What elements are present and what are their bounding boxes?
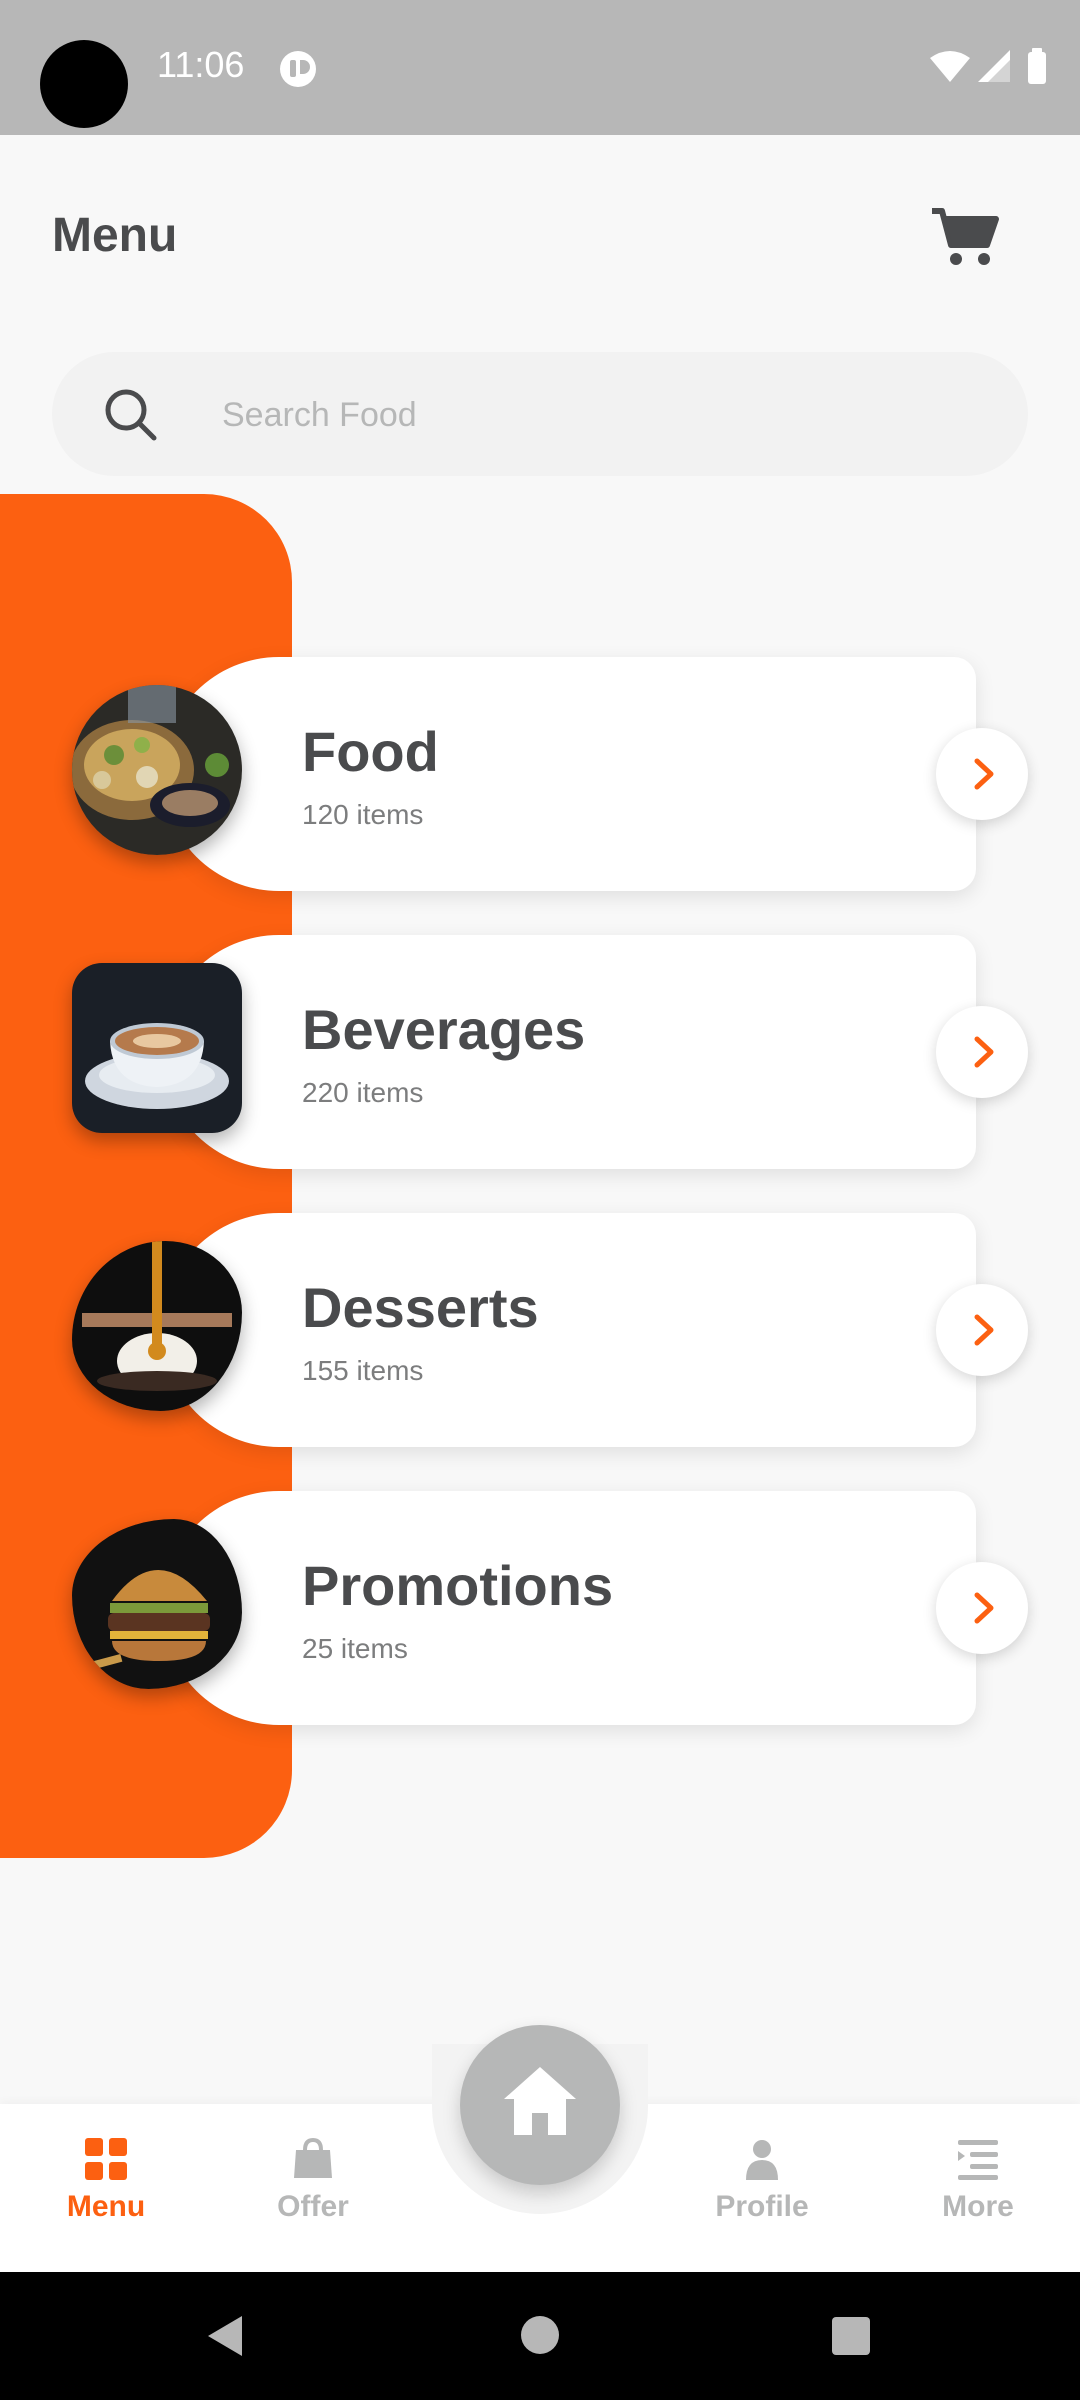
category-card-desserts[interactable]: Desserts 155 items [162,1213,976,1447]
camera-cutout [40,40,128,128]
category-count: 120 items [302,799,424,830]
person-icon [746,2140,778,2180]
nav-label: Menu [66,2190,146,2223]
category-count: 155 items [302,1355,424,1386]
back-icon[interactable] [204,2314,244,2358]
chevron-right-icon [974,1036,994,1068]
category-count: 25 items [302,1633,408,1664]
category-card-promotions[interactable]: Promotions 25 items [162,1491,976,1725]
category-title: Beverages [302,998,586,1061]
status-time: 11:06 [157,44,245,85]
home-icon [504,2067,576,2135]
category-title: Desserts [302,1276,539,1339]
chevron-right-icon [974,758,994,790]
battery-icon [1028,52,1046,84]
chevron-right-icon [974,1592,994,1624]
status-icons [930,48,1046,84]
system-home-icon[interactable] [521,2316,559,2354]
search-icon [105,389,157,441]
category-count: 220 items [302,1077,424,1108]
recent-apps-icon[interactable] [832,2317,870,2355]
nav-label: More [942,2190,1014,2223]
category-title: Promotions [302,1554,614,1617]
nav-item-menu[interactable]: Menu [26,2138,186,2258]
desserts-arrow-button[interactable] [936,1284,1028,1376]
category-card-food[interactable]: Food 120 items [162,657,976,891]
nav-item-offer[interactable]: Offer [233,2138,393,2258]
bag-icon [294,2138,332,2178]
category-title: Food [302,720,439,783]
promotions-arrow-button[interactable] [936,1562,1028,1654]
nav-label: Profile [715,2190,809,2223]
beverages-arrow-button[interactable] [936,1006,1028,1098]
search-placeholder: Search Food [222,396,417,434]
food-image [72,685,242,855]
chevron-right-icon [974,1314,994,1346]
cart-icon[interactable] [930,205,1000,267]
list-icon [958,2140,998,2180]
page-title: Menu [52,209,178,262]
wifi-icon [930,51,970,82]
grid-icon [85,2138,127,2180]
nav-item-profile[interactable]: Profile [682,2138,842,2258]
category-card-beverages[interactable]: Beverages 220 items [162,935,976,1169]
home-button[interactable] [460,2025,620,2185]
food-arrow-button[interactable] [936,728,1028,820]
system-navigation-bar [0,2272,1080,2400]
notification-app-icon [280,51,316,87]
search-input[interactable]: Search Food [52,352,1028,476]
promotions-image [72,1519,242,1689]
nav-item-more[interactable]: More [898,2138,1058,2258]
beverages-image [72,963,242,1133]
status-bar: 11:06 [0,0,1080,135]
nav-label: Offer [277,2190,349,2223]
